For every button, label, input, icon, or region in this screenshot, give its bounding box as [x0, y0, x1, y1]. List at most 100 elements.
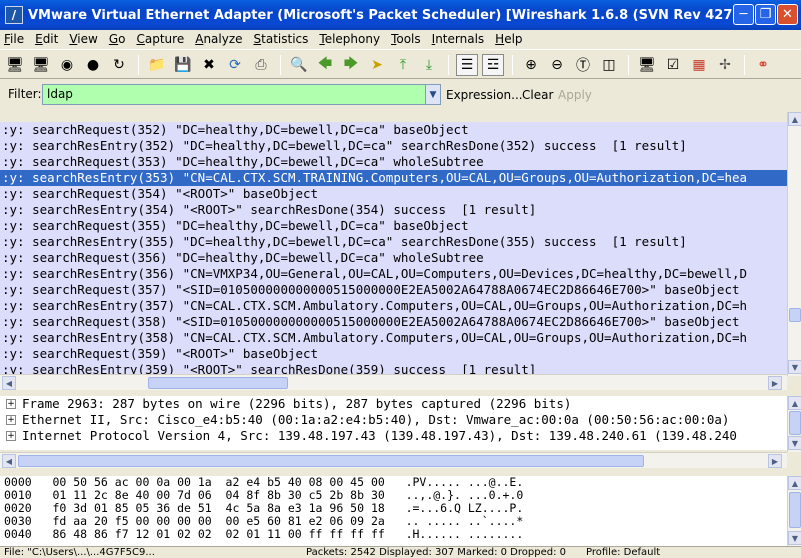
scroll-up-icon[interactable]: ▲	[788, 396, 801, 410]
details-vertical-scrollbar[interactable]: ▲ ▼	[787, 396, 801, 452]
scroll-up-icon[interactable]: ▲	[788, 476, 801, 490]
menu-statistics[interactable]: Statistics	[254, 32, 309, 46]
scrollbar-thumb[interactable]	[148, 377, 288, 389]
clear-button[interactable]: Clear	[522, 88, 553, 102]
start-capture-icon[interactable]: ◉	[56, 54, 78, 76]
save-file-icon[interactable]: 💾	[172, 54, 194, 76]
expand-icon[interactable]: +	[6, 431, 16, 441]
menu-go[interactable]: Go	[109, 32, 126, 46]
detail-tree-row[interactable]: + Frame 2963: 287 bytes on wire (2296 bit…	[0, 396, 787, 412]
resize-columns-icon[interactable]: ◫	[598, 54, 620, 76]
detail-row-text: Frame 2963: 287 bytes on wire (2296 bits…	[22, 396, 572, 411]
detail-tree-row[interactable]: + Ethernet II, Src: Cisco_e4:b5:40 (00:1a…	[0, 412, 787, 428]
packet-row[interactable]: :y: searchRequest(357) "<SID=01050000000…	[0, 282, 787, 298]
menu-help[interactable]: Help	[495, 32, 522, 46]
scroll-down-icon[interactable]: ▼	[788, 531, 801, 545]
scrollbar-thumb[interactable]	[789, 308, 801, 322]
open-file-icon[interactable]: 📁	[146, 54, 168, 76]
bytes-vertical-scrollbar[interactable]: ▲ ▼	[787, 476, 801, 546]
main-toolbar: 🖥 🖥 ◉ ● ↻ 📁 💾 ✖ ⟳ ⎙ 🔍 🡄 🡆 ➤ ⤒ ⤓ ☰ ☲ ⊕ ⊖ …	[0, 49, 801, 79]
help-icon[interactable]: ⚭	[752, 54, 774, 76]
menu-tools[interactable]: Tools	[391, 32, 421, 46]
print-icon[interactable]: ⎙	[250, 54, 272, 76]
packet-row[interactable]: :y: searchResEntry(355) "DC=healthy,DC=b…	[0, 234, 787, 250]
filter-history-dropdown[interactable]: ▼	[425, 84, 441, 105]
find-icon[interactable]: 🔍	[288, 54, 310, 76]
packet-row[interactable]: :y: searchResEntry(357) "CN=CAL.CTX.SCM.…	[0, 298, 787, 314]
packet-row[interactable]: :y: searchResEntry(354) "<ROOT>" searchR…	[0, 202, 787, 218]
filter-input[interactable]: ldap	[42, 84, 428, 105]
autoscroll-icon[interactable]: ☲	[482, 54, 504, 76]
go-to-packet-icon[interactable]: ➤	[366, 54, 388, 76]
scroll-up-icon[interactable]: ▲	[788, 112, 801, 126]
packet-row[interactable]: :y: searchRequest(352) "DC=healthy,DC=be…	[0, 122, 787, 138]
interfaces-icon[interactable]: 🖥	[4, 54, 26, 76]
last-packet-icon[interactable]: ⤓	[418, 54, 440, 76]
coloring-rules-icon[interactable]: ▦	[688, 54, 710, 76]
minimize-icon: ─	[739, 7, 748, 22]
packet-row[interactable]: :y: searchResEntry(356) "CN=VMXP34,OU=Ge…	[0, 266, 787, 282]
close-file-icon[interactable]: ✖	[198, 54, 220, 76]
scroll-left-icon[interactable]: ◀	[2, 454, 16, 468]
zoom-in-icon[interactable]: ⊕	[520, 54, 542, 76]
colorize-icon[interactable]: ☰	[456, 54, 478, 76]
back-icon[interactable]: 🡄	[314, 54, 336, 76]
packet-list[interactable]: :y: searchRequest(352) "DC=healthy,DC=be…	[0, 122, 787, 374]
packet-row[interactable]: :y: searchRequest(354) "<ROOT>" baseObje…	[0, 186, 787, 202]
menu-analyze[interactable]: Analyze	[195, 32, 242, 46]
expression-button[interactable]: Expression...	[446, 88, 523, 102]
packet-row[interactable]: :y: searchRequest(353) "DC=healthy,DC=be…	[0, 154, 787, 170]
menu-telephony[interactable]: Telephony	[319, 32, 380, 46]
scroll-down-icon[interactable]: ▼	[788, 360, 801, 374]
menu-internals[interactable]: Internals	[432, 32, 485, 46]
scroll-right-icon[interactable]: ▶	[768, 376, 782, 390]
expand-icon[interactable]: +	[6, 415, 16, 425]
packet-row[interactable]: :y: searchResEntry(358) "CN=CAL.CTX.SCM.…	[0, 330, 787, 346]
packet-list-horizontal-scrollbar[interactable]: ◀ ▶	[0, 374, 787, 390]
maximize-button[interactable]: ❐	[755, 4, 776, 25]
packet-row[interactable]: :y: searchRequest(355) "DC=healthy,DC=be…	[0, 218, 787, 234]
expand-icon[interactable]: +	[6, 399, 16, 409]
close-window-button[interactable]: ✕	[777, 4, 798, 25]
scroll-down-icon[interactable]: ▼	[788, 436, 801, 450]
packet-row[interactable]: :y: searchRequest(359) "<ROOT>" baseObje…	[0, 346, 787, 362]
toolbar-separator	[628, 55, 629, 75]
packet-row[interactable]: :y: searchResEntry(359) "<ROOT>" searchR…	[0, 362, 787, 374]
minimize-button[interactable]: ─	[733, 4, 754, 25]
scrollbar-thumb[interactable]	[18, 455, 644, 467]
zoom-normal-icon[interactable]: Ⓣ	[572, 54, 594, 76]
packet-row[interactable]: :y: searchResEntry(353) "CN=CAL.CTX.SCM.…	[0, 170, 787, 186]
menu-edit[interactable]: Edit	[35, 32, 58, 46]
menu-capture[interactable]: Capture	[136, 32, 184, 46]
detail-tree-row[interactable]: + Internet Protocol Version 4, Src: 139.4…	[0, 428, 787, 444]
scroll-right-icon[interactable]: ▶	[768, 454, 782, 468]
toolbar-separator	[138, 55, 139, 75]
pane-splitter[interactable]	[0, 468, 801, 476]
menu-file[interactable]: File	[4, 32, 24, 46]
packet-list-vertical-scrollbar[interactable]: ▲ ▼	[787, 112, 801, 376]
details-horizontal-scrollbar[interactable]: ◀ ▶	[0, 452, 787, 468]
stop-capture-icon[interactable]: ●	[82, 54, 104, 76]
hex-dump-row[interactable]: 0040 86 48 86 f7 12 01 02 02 02 01 11 00…	[0, 528, 787, 541]
scroll-left-icon[interactable]: ◀	[2, 376, 16, 390]
display-filters-icon[interactable]: ☑	[662, 54, 684, 76]
preferences-icon[interactable]: ✢	[714, 54, 736, 76]
first-packet-icon[interactable]: ⤒	[392, 54, 414, 76]
packet-row[interactable]: :y: searchRequest(356) "DC=healthy,DC=be…	[0, 250, 787, 266]
packet-bytes-pane[interactable]: 0000 00 50 56 ac 00 0a 00 1a a2 e4 b5 40…	[0, 476, 787, 546]
capture-filters-icon[interactable]: 🖥	[636, 54, 658, 76]
scrollbar-thumb[interactable]	[789, 492, 801, 528]
forward-icon[interactable]: 🡆	[340, 54, 362, 76]
scrollbar-thumb[interactable]	[789, 411, 801, 435]
apply-button[interactable]: Apply	[558, 88, 592, 102]
status-profile[interactable]: Profile: Default	[586, 547, 660, 558]
packet-row[interactable]: :y: searchResEntry(352) "DC=healthy,DC=b…	[0, 138, 787, 154]
menu-view[interactable]: View	[69, 32, 97, 46]
reload-icon[interactable]: ⟳	[224, 54, 246, 76]
restart-capture-icon[interactable]: ↻	[108, 54, 130, 76]
zoom-out-icon[interactable]: ⊖	[546, 54, 568, 76]
packet-row[interactable]: :y: searchRequest(358) "<SID=01050000000…	[0, 314, 787, 330]
options-icon[interactable]: 🖥	[30, 54, 52, 76]
toolbar-separator	[280, 55, 281, 75]
packet-details-tree[interactable]: + Frame 2963: 287 bytes on wire (2296 bit…	[0, 396, 787, 450]
